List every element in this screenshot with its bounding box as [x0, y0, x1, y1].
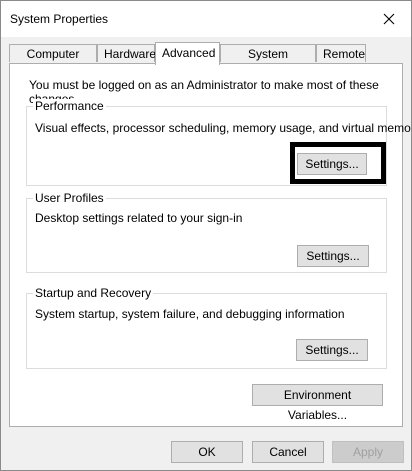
tab-remote[interactable]: Remote — [316, 44, 366, 62]
cancel-button[interactable]: Cancel — [252, 441, 324, 463]
ok-button[interactable]: OK — [171, 441, 243, 463]
tab-computer-name[interactable]: Computer Name — [9, 44, 97, 79]
performance-description: Visual effects, processor scheduling, me… — [35, 121, 412, 135]
tab-hardware[interactable]: Hardware — [97, 44, 156, 62]
advanced-tab-panel: You must be logged on as an Administrato… — [9, 63, 411, 427]
performance-group-title: Performance — [33, 99, 106, 113]
highlight-box — [290, 142, 386, 184]
tab-strip: Computer Name Hardware Advanced System P… — [9, 42, 403, 79]
tab-system-protection[interactable]: System Protection — [220, 44, 316, 79]
startup-recovery-settings-button[interactable]: Settings... — [296, 339, 368, 361]
startup-recovery-group-title: Startup and Recovery — [33, 286, 154, 300]
close-icon — [383, 13, 395, 25]
apply-button[interactable]: Apply — [332, 441, 404, 463]
title-bar: System Properties — [1, 1, 411, 37]
startup-recovery-description: System startup, system failure, and debu… — [35, 307, 345, 321]
environment-variables-button[interactable]: Environment Variables... — [252, 384, 383, 422]
user-profiles-group-title: User Profiles — [33, 191, 106, 205]
window-title: System Properties — [10, 12, 109, 26]
close-button[interactable] — [367, 1, 411, 37]
user-profiles-settings-button[interactable]: Settings... — [297, 245, 369, 267]
system-properties-window: System Properties Computer Name Hardware… — [0, 0, 412, 471]
user-profiles-description: Desktop settings related to your sign-in — [35, 211, 243, 225]
tab-advanced[interactable]: Advanced — [155, 42, 220, 65]
